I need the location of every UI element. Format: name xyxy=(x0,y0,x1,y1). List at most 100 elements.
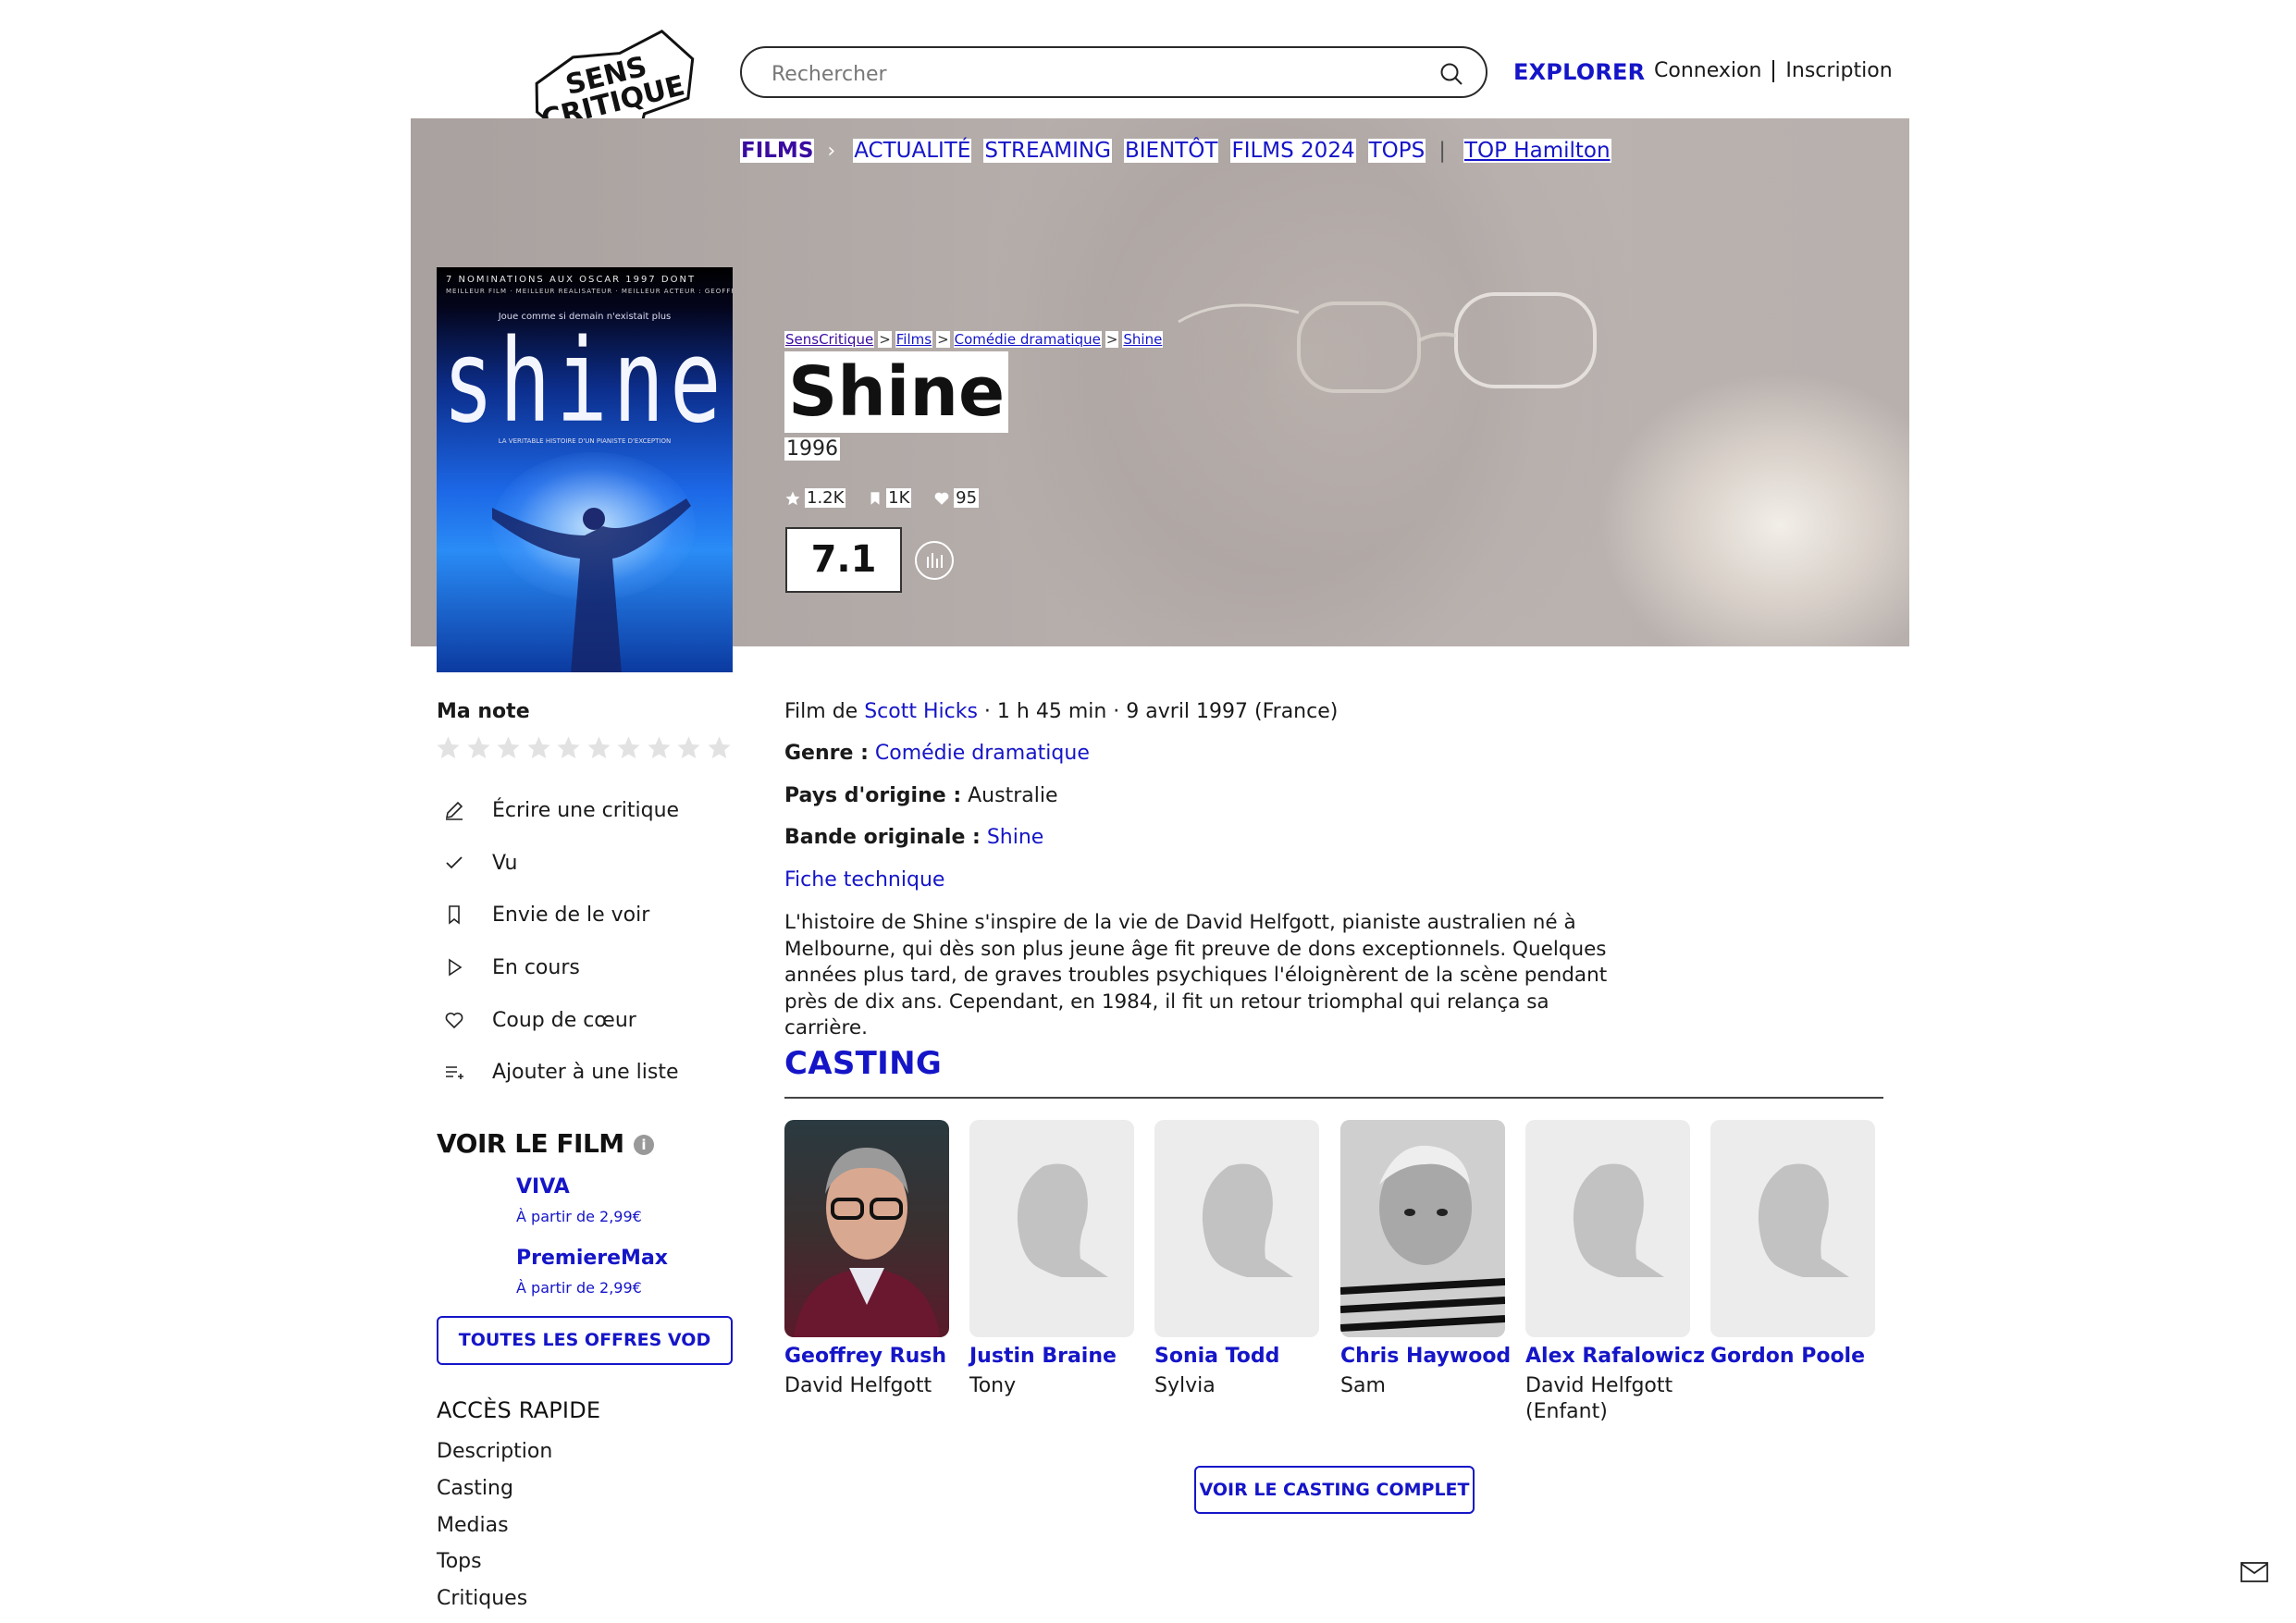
in-progress-button[interactable]: En cours xyxy=(442,949,720,986)
watch-film-title: VOIR LE FILM i xyxy=(437,1128,654,1159)
actor-role: David Helfgott (Enfant) xyxy=(1525,1374,1673,1423)
breadcrumb-current[interactable]: Shine xyxy=(1122,331,1164,348)
tech-sheet-link[interactable]: Fiche technique xyxy=(784,868,944,891)
rating-star-icon[interactable] xyxy=(525,734,552,761)
actor-name[interactable]: Justin Braine xyxy=(969,1345,1134,1368)
cast-card[interactable]: Chris Haywood Sam xyxy=(1340,1120,1511,1399)
film-credits-line: Film de Scott Hicks · 1 h 45 min · 9 avr… xyxy=(784,700,1339,723)
quick-link-description[interactable]: Description xyxy=(437,1440,552,1463)
write-review-button[interactable]: Écrire une critique xyxy=(442,792,720,829)
offer-viva-price: À partir de 2,99€ xyxy=(516,1208,642,1225)
actor-role: Sam xyxy=(1340,1374,1386,1397)
rating-star-icon[interactable] xyxy=(706,734,733,761)
nav-bientot[interactable]: BIENTÔT xyxy=(1123,139,1219,163)
favorites-count: 95 xyxy=(933,488,980,508)
wishlist-count: 1K xyxy=(868,488,912,508)
nav-top-hamilton[interactable]: TOP Hamilton xyxy=(1463,139,1611,163)
heart-icon xyxy=(934,492,949,505)
soundtrack-line: Bande originale : Shine xyxy=(784,826,1044,849)
favorite-button[interactable]: Coup de cœur xyxy=(442,1002,720,1039)
signup-link[interactable]: Inscription xyxy=(1785,59,1892,82)
star-icon xyxy=(785,491,800,505)
want-to-see-button[interactable]: Envie de le voir xyxy=(442,896,720,933)
add-to-list-button[interactable]: Ajouter à une liste xyxy=(442,1053,720,1090)
rating-star-icon[interactable] xyxy=(465,734,492,761)
full-casting-button[interactable]: VOIR LE CASTING COMPLET xyxy=(1194,1466,1475,1514)
cast-card[interactable]: Justin Braine Tony xyxy=(969,1120,1134,1399)
actor-photo-placeholder[interactable] xyxy=(1525,1120,1690,1337)
actor-photo[interactable] xyxy=(1340,1120,1505,1337)
cast-card[interactable]: Geoffrey Rush David Helfgott xyxy=(784,1120,949,1399)
breadcrumb-senscritique[interactable]: SensCritique xyxy=(784,331,875,348)
my-rating-stars[interactable] xyxy=(435,734,735,761)
actor-name[interactable]: Geoffrey Rush xyxy=(784,1345,949,1368)
nav-streaming[interactable]: STREAMING xyxy=(983,139,1112,163)
actor-photo-placeholder[interactable] xyxy=(1154,1120,1319,1337)
breadcrumb-genre[interactable]: Comédie dramatique xyxy=(953,331,1102,348)
rating-star-icon[interactable] xyxy=(586,734,612,761)
seen-button[interactable]: Vu xyxy=(442,844,720,881)
rating-star-icon[interactable] xyxy=(435,734,462,761)
login-link[interactable]: Connexion xyxy=(1654,59,1761,82)
search-icon[interactable] xyxy=(1438,60,1465,88)
cast-card[interactable]: Gordon Poole xyxy=(1710,1120,1875,1373)
nav-films[interactable]: FILMS xyxy=(740,139,815,163)
actor-photo-placeholder[interactable] xyxy=(1710,1120,1875,1337)
heart-icon xyxy=(445,1012,463,1029)
all-vod-offers-button[interactable]: TOUTES LES OFFRES VOD xyxy=(437,1316,733,1365)
cast-card[interactable]: Alex Rafalowicz David Helfgott (Enfant) xyxy=(1525,1120,1705,1425)
chevron-right-icon: › xyxy=(827,140,836,163)
info-icon[interactable]: i xyxy=(633,1135,654,1155)
synopsis: L'histoire de Shine s'inspire de la vie … xyxy=(784,911,1608,1039)
film-poster[interactable]: 7 NOMINATIONS AUX OSCAR 1997 DONT MEILLE… xyxy=(437,267,733,672)
person-silhouette-icon xyxy=(1758,1163,1849,1277)
poster-sub-line: MEILLEUR FILM · MEILLEUR REALISATEUR · M… xyxy=(446,288,733,295)
cast-card[interactable]: Sonia Todd Sylvia xyxy=(1154,1120,1319,1399)
director-link[interactable]: Scott Hicks xyxy=(864,700,978,723)
rating-star-icon[interactable] xyxy=(675,734,702,761)
actor-name[interactable]: Chris Haywood xyxy=(1340,1345,1511,1368)
actor-photo[interactable] xyxy=(784,1120,949,1337)
play-icon xyxy=(449,958,463,977)
person-silhouette-icon xyxy=(1017,1163,1108,1277)
breadcrumb-films[interactable]: Films xyxy=(895,331,933,348)
rating-distribution-icon[interactable] xyxy=(914,540,955,581)
actor-photo-placeholder[interactable] xyxy=(969,1120,1134,1337)
offer-premieremax-price: À partir de 2,99€ xyxy=(516,1279,642,1297)
search-bar[interactable] xyxy=(740,46,1487,98)
search-input[interactable] xyxy=(770,57,1402,91)
rating-star-icon[interactable] xyxy=(495,734,522,761)
quick-link-critiques[interactable]: Critiques xyxy=(437,1587,527,1610)
quick-link-casting[interactable]: Casting xyxy=(437,1477,513,1500)
quick-link-tops[interactable]: Tops xyxy=(437,1550,482,1573)
poster-title: shine xyxy=(442,314,727,449)
explorer-link[interactable]: EXPLORER xyxy=(1513,59,1645,85)
rating-star-icon[interactable] xyxy=(555,734,582,761)
nav-films-2024[interactable]: FILMS 2024 xyxy=(1230,139,1356,163)
page-title-box: Shine xyxy=(784,351,1009,433)
genre-link[interactable]: Comédie dramatique xyxy=(875,742,1090,765)
backdrop-image xyxy=(1178,292,1597,393)
poster-figure xyxy=(492,498,691,672)
rating-star-icon[interactable] xyxy=(615,734,642,761)
nav-actualite[interactable]: ACTUALITÉ xyxy=(853,139,972,163)
breadcrumb: SensCritique > Films > Comédie dramatique > Sh… xyxy=(784,331,1164,348)
offer-premieremax-name[interactable]: PremiereMax xyxy=(516,1247,668,1270)
quick-link-medias[interactable]: Medias xyxy=(437,1514,509,1537)
actor-role: Sylvia xyxy=(1154,1374,1216,1397)
bookmark-icon xyxy=(449,905,460,925)
ratings-count: 1.2K xyxy=(784,488,846,508)
nav-divider: | xyxy=(1438,139,1446,163)
actor-role: David Helfgott xyxy=(784,1374,932,1397)
actor-name[interactable]: Alex Rafalowicz xyxy=(1525,1345,1705,1368)
offer-viva-name[interactable]: VIVA xyxy=(516,1175,570,1199)
genre-line: Genre : Comédie dramatique xyxy=(784,742,1090,765)
mail-icon[interactable] xyxy=(2240,1562,2268,1582)
actor-name[interactable]: Gordon Poole xyxy=(1710,1345,1875,1368)
rating-star-icon[interactable] xyxy=(646,734,673,761)
actor-name[interactable]: Sonia Todd xyxy=(1154,1345,1319,1368)
my-rating-label: Ma note xyxy=(437,700,530,723)
soundtrack-link[interactable]: Shine xyxy=(987,826,1044,849)
main-nav: FILMS › ACTUALITÉ STREAMING BIENTÔT FILMS 202… xyxy=(740,139,1623,163)
nav-tops[interactable]: TOPS xyxy=(1367,139,1426,163)
